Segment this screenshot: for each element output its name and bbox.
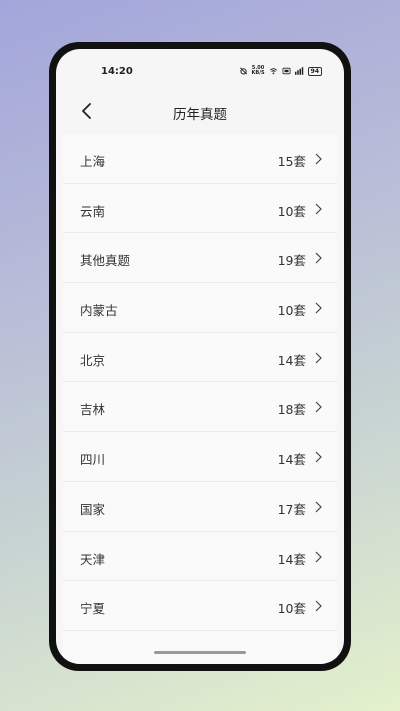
wifi-icon	[269, 68, 277, 75]
list-item[interactable]: 北京 14套	[63, 333, 337, 383]
list-item-count: 18套	[277, 402, 306, 418]
list-item-count: 10套	[277, 303, 306, 319]
status-icons: 5.00 KB/S 94	[239, 66, 322, 76]
list-item[interactable]: 天津 14套	[63, 532, 337, 582]
list-item-count: 10套	[277, 203, 306, 219]
list-item-count: 14套	[277, 352, 306, 368]
chevron-right-icon	[315, 451, 322, 463]
list-item-name: 上海	[80, 154, 106, 169]
list-item-count: 19套	[277, 253, 306, 269]
page-header: 历年真题	[56, 93, 344, 129]
list-item-name: 吉林	[80, 402, 106, 418]
battery-icon: 94	[307, 66, 322, 76]
chevron-right-icon	[315, 203, 322, 215]
exam-list: 上海 15套 云南 10套 其他真题 19套 内蒙古 10套 北京 14套 吉林…	[63, 134, 337, 664]
chevron-right-icon	[315, 153, 322, 165]
phone-frame: 14:20 5.00 KB/S 94 历年真题 上海 15套 云南 10套 其他…	[49, 42, 351, 671]
list-item-name: 云南	[80, 203, 106, 219]
list-item-name: 天津	[80, 551, 106, 567]
chevron-right-icon	[315, 252, 322, 264]
list-item[interactable]: 其他真题 19套	[63, 233, 337, 284]
list-item[interactable]: 上海 15套	[63, 134, 337, 184]
list-item-partial[interactable]	[63, 631, 337, 664]
chevron-right-icon	[315, 501, 322, 513]
chevron-right-icon	[315, 302, 322, 314]
list-item-count: 15套	[277, 154, 306, 169]
list-item-name: 其他真题	[80, 253, 131, 269]
app-screen: 14:20 5.00 KB/S 94 历年真题 上海 15套 云南 10套 其他…	[56, 49, 344, 664]
list-item-count: 14套	[277, 551, 306, 567]
list-item-name: 四川	[80, 452, 106, 468]
home-indicator[interactable]	[154, 651, 246, 654]
chevron-right-icon	[315, 352, 322, 364]
status-bar: 14:20 5.00 KB/S 94	[56, 49, 344, 79]
list-item[interactable]: 四川 14套	[63, 432, 337, 482]
net-speed-unit: KB/S	[251, 70, 265, 76]
signal-icon	[294, 67, 303, 75]
list-item[interactable]: 内蒙古 10套	[63, 283, 337, 333]
list-item-name: 国家	[80, 501, 106, 517]
list-item[interactable]: 国家 17套	[63, 482, 337, 532]
list-item-name: 宁夏	[80, 601, 106, 617]
chevron-right-icon	[315, 600, 322, 612]
chevron-right-icon	[315, 551, 322, 562]
alarm-muted-icon	[239, 67, 247, 75]
net-speed: 5.00 KB/S	[252, 66, 265, 76]
list-item-count: 14套	[277, 452, 306, 468]
status-time: 14:20	[101, 66, 133, 77]
list-item-count: 17套	[277, 501, 306, 517]
list-item-name: 北京	[80, 352, 106, 368]
list-item[interactable]: 云南 10套	[63, 184, 337, 234]
hd-icon	[282, 67, 291, 75]
list-item[interactable]: 吉林 18套	[63, 382, 337, 433]
list-item[interactable]: 宁夏 10套	[63, 581, 337, 631]
list-item-name: 内蒙古	[80, 303, 118, 319]
chevron-right-icon	[315, 402, 322, 413]
list-item-count: 10套	[277, 601, 306, 617]
page-title: 历年真题	[173, 107, 227, 123]
